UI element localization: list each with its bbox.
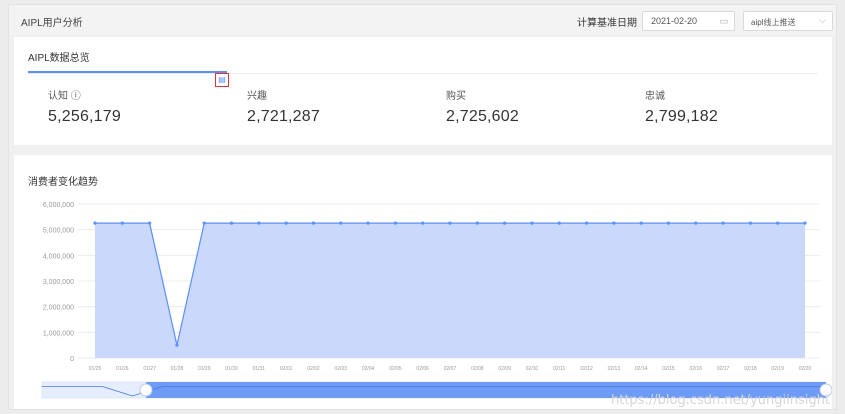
date-picker[interactable]: 2021-02-20 ▭ (642, 11, 735, 31)
data-point (93, 221, 97, 225)
data-point (557, 221, 561, 225)
data-point (584, 221, 589, 225)
channel-select[interactable]: aipl线上推送 ⌵ (743, 11, 833, 31)
x-tick-label: 01/26 (116, 366, 129, 372)
data-point (339, 221, 343, 225)
data-point (639, 221, 643, 225)
data-point (448, 221, 452, 225)
x-tick-label: 02/11 (553, 366, 565, 372)
x-tick-label: 02/04 (362, 366, 375, 372)
x-tick-label: 02/02 (307, 366, 320, 372)
metric-purchase: 购买 2,725,602 (446, 87, 519, 126)
export-icon[interactable]: ▤ (215, 73, 229, 87)
data-point (503, 221, 507, 225)
x-tick-label: 01/28 (171, 366, 184, 372)
x-tick-label: 02/08 (471, 366, 484, 372)
data-point (311, 221, 316, 225)
date-value: 2021-02-20 (651, 16, 698, 26)
data-point (148, 221, 152, 225)
chevron-down-icon: ⌵ (819, 15, 826, 25)
data-point (748, 221, 752, 225)
watermark: https://blog.csdn.net/yungiinsight (611, 393, 830, 408)
calendar-icon: ▭ (719, 16, 728, 26)
overview-card: AIPL数据总览 ▤ 认知 ⓘ 5,256,179 兴趣 2,721,287 购… (14, 37, 832, 145)
y-tick-label: 1,000,000 (43, 330, 74, 337)
x-tick-label: 02/18 (744, 366, 757, 372)
metric-loyalty: 忠诚 2,799,182 (645, 87, 718, 126)
trend-card: 消费者变化趋势 6,000,000 5,000,000 4,000,000 3,000… (14, 155, 832, 409)
data-point (530, 221, 534, 225)
x-tick-label: 02/16 (690, 366, 703, 372)
x-tick-label: 02/01 (280, 366, 293, 372)
metric-value: 2,799,182 (645, 108, 718, 125)
metric-label: 兴趣 (247, 91, 267, 102)
y-tick-label: 0 (70, 356, 74, 363)
metric-awareness: 认知 ⓘ 5,256,179 (48, 87, 121, 126)
x-tick-label: 02/03 (335, 366, 348, 372)
x-tick-label: 01/30 (225, 366, 238, 372)
data-point (284, 221, 288, 225)
data-point (202, 221, 206, 225)
x-tick-label: 02/10 (526, 366, 539, 372)
data-point (120, 221, 124, 225)
metric-label: 认知 ⓘ (48, 91, 81, 102)
data-point (721, 221, 725, 225)
x-tick-label: 02/14 (635, 366, 648, 372)
divider (28, 73, 818, 74)
metric-label: 忠诚 (645, 91, 665, 102)
x-tick-label: 02/07 (444, 366, 457, 372)
x-tick-label: 02/20 (799, 366, 812, 372)
top-bar: AIPL用户分析 计算基准日期 2021-02-20 ▭ aipl线上推送 ⌵ (9, 5, 836, 35)
x-tick-label: 01/25 (89, 366, 102, 372)
date-label: 计算基准日期 (577, 18, 637, 29)
x-tick-label: 02/15 (662, 366, 675, 372)
data-point (666, 221, 671, 225)
x-tick-label: 02/12 (580, 366, 593, 372)
data-point (393, 221, 397, 225)
y-tick-label: 3,000,000 (43, 279, 74, 286)
x-tick-label: 02/13 (608, 366, 621, 372)
data-point (257, 221, 261, 225)
data-point (366, 221, 370, 225)
data-point (421, 221, 425, 225)
trend-chart: 6,000,000 5,000,000 4,000,000 3,000,000 2,00… (41, 202, 832, 399)
y-tick-label: 5,000,000 (43, 228, 74, 235)
data-point (612, 221, 616, 225)
x-tick-label: 02/09 (498, 366, 511, 372)
y-tick-label: 4,000,000 (43, 253, 74, 260)
data-point (229, 221, 234, 225)
zoom-handle-left[interactable] (139, 383, 153, 397)
metric-value: 2,725,602 (446, 108, 519, 125)
metric-value: 2,721,287 (247, 108, 320, 125)
x-tick-label: 02/17 (717, 366, 730, 372)
x-tick-label: 01/31 (253, 366, 266, 372)
data-point (803, 221, 807, 225)
overview-title: AIPL数据总览 (28, 53, 90, 64)
metric-label: 购买 (446, 91, 466, 102)
data-point (175, 343, 179, 347)
x-tick-label: 02/19 (771, 366, 784, 372)
data-point (475, 221, 479, 225)
x-tick-label: 01/27 (143, 366, 156, 372)
y-tick-label: 6,000,000 (43, 202, 74, 209)
series-area (95, 223, 805, 358)
channel-value: aipl线上推送 (751, 18, 796, 27)
x-tick-label: 02/06 (416, 366, 429, 372)
metric-value: 5,256,179 (48, 108, 121, 125)
y-tick-label: 2,000,000 (43, 305, 74, 312)
data-point (694, 221, 698, 225)
data-point (776, 221, 780, 225)
page-title: AIPL用户分析 (21, 18, 83, 29)
x-tick-label: 02/05 (389, 366, 402, 372)
metric-interest: 兴趣 2,721,287 (247, 87, 320, 126)
x-tick-label: 01/29 (198, 366, 211, 372)
app-frame: AIPL用户分析 计算基准日期 2021-02-20 ▭ aipl线上推送 ⌵ … (8, 4, 837, 410)
